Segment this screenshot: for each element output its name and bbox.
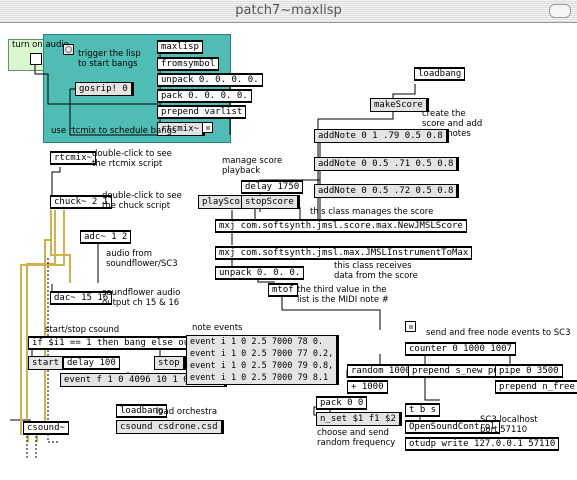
unpack-3-object[interactable]: unpack 0. 0. 0. [215,266,305,280]
turn-on-audio-label: turn on audio [12,40,69,50]
csound-object[interactable]: csound~ [23,421,69,435]
audio-from-label: audio from soundflower/SC3 [106,249,178,269]
prepend-varlist-object[interactable]: prepend varlist [157,105,247,119]
start-stop-csound-label: start/stop csound [45,325,120,335]
soundflower-out-label: soundflower audio output ch 15 & 16 [102,288,181,308]
pack-0-0-object[interactable]: pack 0 0 [316,396,368,410]
window-title: patch7~maxlisp [235,3,342,18]
rtcmix-script-label: double-click to see the rtcmix script [92,149,172,169]
random-object[interactable]: random 1000 [347,364,415,378]
addnote-1-message[interactable]: addNote 0 1 .79 0.5 0.8 [314,129,449,143]
note-events-label: note events [192,323,243,333]
mxj-instrument-object[interactable]: mxj com.softsynth.jmsl.max.JMSLInstrumen… [215,246,473,260]
note-events-message[interactable]: event i 1 0 2.5 7000 78 0. event i 1 0 2… [186,335,340,385]
stopscore-message[interactable]: stopScore [241,195,300,209]
chuck-script-label: double-click to see the chuck script [102,191,182,211]
receives-data-label: this class receives data from the score [334,261,418,281]
mxj-score-object[interactable]: mxj com.softsynth.jmsl.score.max.NewJMSL… [215,219,467,233]
load-orchestra-label: load orchestra [156,407,218,417]
pipe-object[interactable]: pipe 0 3500 [495,364,563,378]
rtcmix-object[interactable]: rtcmix~ [50,151,96,165]
mtof-object[interactable]: mtof [268,283,298,297]
stop-message[interactable]: stop [154,356,186,370]
delay-1750-object[interactable]: delay 1750 [241,180,304,194]
addnote-2-message[interactable]: addNote 0 0.5 .71 0.5 0.8 [314,157,460,171]
prepend-nfree-object[interactable]: prepend n_free [495,380,577,394]
unpack-object[interactable]: unpack 0. 0. 0. 0. [157,73,263,87]
patcher-window: patch7~maxlisp turn on audio trigger the… [0,0,577,480]
loadbang-score-object[interactable]: loadbang [414,67,466,81]
manage-playback-label: manage score playback [222,156,283,176]
gosrip-message[interactable]: gosrip! 0 [75,82,134,96]
manages-score-label: this class manages the score [310,207,434,217]
makescore-message[interactable]: makeScore [370,98,429,112]
use-rtcmix-label: use rtcmix to schedule bangs [51,126,177,136]
fromsymbol-object[interactable]: fromsymbol [157,57,220,71]
maxlisp-object[interactable]: maxlisp [157,40,203,54]
otudp-object[interactable]: otudp write 127.0.0.1 57110 [405,437,560,451]
sc3-localhost-label: SC3 localhost port 57110 [480,415,538,435]
addnote-3-message[interactable]: addNote 0 0.5 .72 0.5 0.8 [314,184,460,198]
adc-object[interactable]: adc~ 1 2 [80,230,132,244]
plus-1000-object[interactable]: + 1000 [347,380,388,394]
trigger-lisp-bang[interactable] [63,44,74,55]
third-value-label: the third value in the list is the MIDI … [297,285,389,305]
start-message[interactable]: start [28,356,66,370]
pack-object[interactable]: pack 0. 0. 0. 0. [157,89,252,103]
send-free-label: send and free node events to SC3 [426,328,571,338]
counter-object[interactable]: counter 0 1000 1007 [405,342,516,356]
choose-random-label: choose and send random frequency [317,428,396,448]
nset-message[interactable]: n_set $1 f1 $2 [316,412,402,426]
title-bar[interactable]: patch7~maxlisp [0,0,577,23]
trigger-lisp-label: trigger the lisp to start bangs [78,49,141,69]
audio-toggle[interactable] [30,53,42,65]
csound-load-message[interactable]: csound csdrone.csd [116,420,224,434]
rtcmix-bang-toggle[interactable] [202,122,213,133]
tbs-object[interactable]: t b s [405,403,441,417]
delay-100-object[interactable]: delay 100 [63,356,120,370]
patcher-canvas: turn on audio trigger the lisp to start … [0,23,577,480]
sc3-toggle[interactable] [405,321,416,332]
toolbar-toggle-button[interactable] [549,4,571,18]
